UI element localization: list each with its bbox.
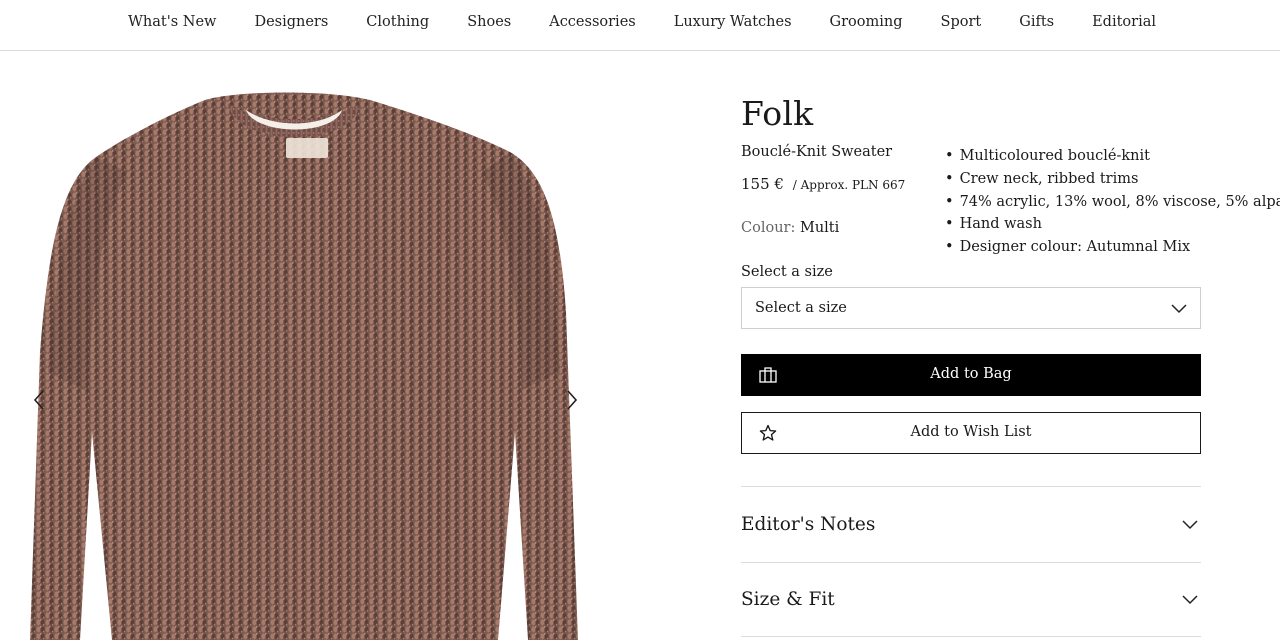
product-details-list: Multicoloured bouclé-knit Crew neck, rib… (945, 145, 1280, 259)
price-value: 155 € (741, 175, 784, 193)
nav-item-sport[interactable]: Sport (941, 14, 982, 30)
accordion-title: Size & Fit (741, 589, 835, 610)
nav-item-grooming[interactable]: Grooming (830, 14, 903, 30)
add-to-bag-label: Add to Bag (930, 366, 1012, 382)
size-select-value: Select a size (755, 300, 847, 316)
product-name: Bouclé-Knit Sweater (741, 144, 893, 160)
nav-item-gifts[interactable]: Gifts (1019, 14, 1054, 30)
size-label: Select a size (741, 264, 833, 280)
product-image (30, 92, 578, 640)
product-price: 155 € / Approx. PLN 667 (741, 175, 905, 193)
add-to-wishlist-button[interactable]: Add to Wish List (741, 412, 1201, 454)
nav-item-accessories[interactable]: Accessories (549, 14, 636, 30)
detail-item: Crew neck, ribbed trims (945, 168, 1280, 191)
chevron-down-icon (1182, 520, 1198, 530)
chevron-left-icon (33, 390, 44, 410)
product-gallery (0, 52, 610, 640)
nav-item-designers[interactable]: Designers (254, 14, 328, 30)
accordion-divider (741, 636, 1201, 640)
chevron-down-icon (1182, 595, 1198, 605)
add-to-wishlist-label: Add to Wish List (910, 424, 1032, 440)
detail-item: Hand wash (945, 213, 1280, 236)
nav-item-whats-new[interactable]: What's New (128, 14, 216, 30)
accordion-size-fit[interactable]: Size & Fit (741, 562, 1201, 638)
accordion-title: Editor's Notes (741, 514, 876, 535)
nav-item-shoes[interactable]: Shoes (467, 14, 511, 30)
nav-list: What's New Designers Clothing Shoes Acce… (128, 14, 1194, 30)
colour-label: Colour: (741, 220, 796, 236)
nav-item-luxury-watches[interactable]: Luxury Watches (674, 14, 792, 30)
size-select[interactable]: Select a size (741, 287, 1201, 329)
detail-item: Designer colour: Autumnal Mix (945, 236, 1280, 259)
top-navigation: What's New Designers Clothing Shoes Acce… (0, 0, 1280, 51)
chevron-down-icon (1171, 304, 1187, 314)
nav-item-clothing[interactable]: Clothing (366, 14, 429, 30)
gallery-prev-button[interactable] (30, 388, 50, 412)
add-to-bag-button[interactable]: Add to Bag (741, 354, 1201, 396)
brand-name[interactable]: Folk (741, 94, 813, 133)
colour-value: Multi (799, 220, 840, 236)
chevron-right-icon (567, 390, 578, 410)
detail-item: 74% acrylic, 13% wool, 8% viscose, 5% al… (945, 191, 1280, 214)
colour-info: Colour: Multi (741, 220, 839, 236)
accordion-editors-notes[interactable]: Editor's Notes (741, 486, 1201, 562)
gallery-next-button[interactable] (561, 388, 581, 412)
nav-item-editorial[interactable]: Editorial (1092, 14, 1156, 30)
price-approx: / Approx. PLN 667 (792, 178, 906, 192)
detail-item: Multicoloured bouclé-knit (945, 145, 1280, 168)
